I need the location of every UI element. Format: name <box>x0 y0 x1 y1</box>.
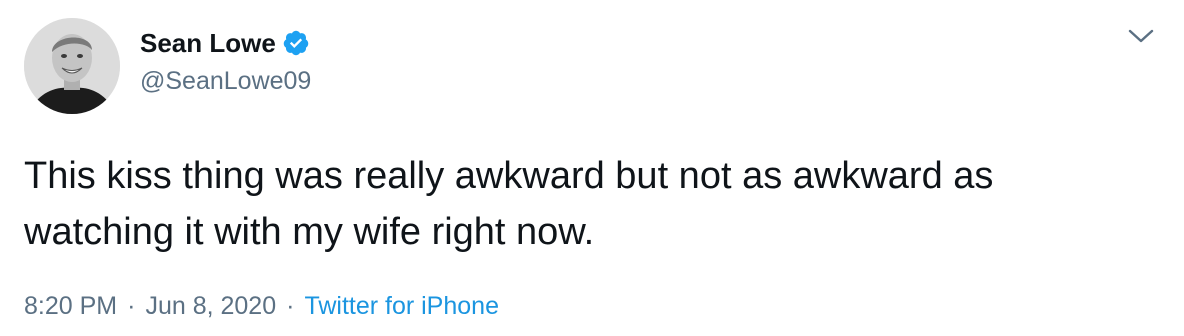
chevron-down-icon <box>1128 29 1154 43</box>
meta-separator: · <box>127 292 136 320</box>
tweet-date[interactable]: Jun 8, 2020 <box>145 292 276 321</box>
avatar-image <box>24 18 120 114</box>
display-name-row: Sean Lowe <box>140 26 310 60</box>
tweet-card: Sean Lowe @SeanLowe09 This kiss thing wa… <box>0 0 1184 336</box>
tweet-time[interactable]: 8:20 PM <box>24 292 117 321</box>
tweet-menu-button[interactable] <box>1124 26 1158 48</box>
avatar[interactable] <box>24 18 120 114</box>
tweet-text: This kiss thing was really awkward but n… <box>24 155 994 253</box>
user-handle[interactable]: @SeanLowe09 <box>140 67 311 96</box>
verified-badge-icon <box>282 29 310 57</box>
tweet-source-link[interactable]: Twitter for iPhone <box>304 292 499 321</box>
meta-separator: · <box>286 292 295 320</box>
display-name[interactable]: Sean Lowe <box>140 28 276 59</box>
tweet-metadata: 8:20 PM · Jun 8, 2020 · Twitter for iPho… <box>24 292 499 321</box>
